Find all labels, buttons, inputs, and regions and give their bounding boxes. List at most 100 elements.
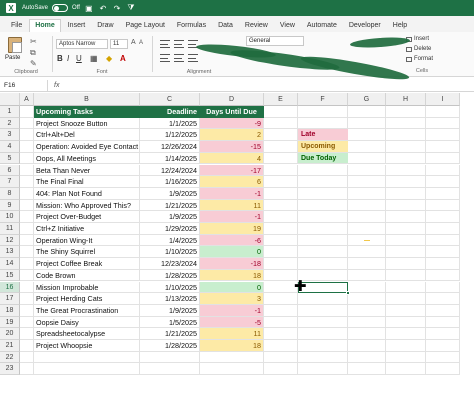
format-cells-button[interactable]: Format — [406, 56, 433, 62]
task-name-cell[interactable]: Spreadsheetocalypse — [34, 328, 140, 340]
grid-cell[interactable] — [386, 106, 426, 118]
deadline-cell[interactable]: 1/9/2025 — [140, 187, 200, 200]
days-until-due-cell[interactable]: 3 — [200, 293, 264, 305]
grid-cell[interactable] — [34, 363, 140, 376]
grid-cell[interactable] — [20, 246, 34, 259]
undo-icon[interactable]: ↶ — [98, 4, 108, 13]
grid-cell[interactable] — [426, 234, 460, 247]
grid-cell[interactable] — [348, 258, 386, 270]
deadline-cell[interactable]: 1/10/2025 — [140, 246, 200, 259]
grid-cell[interactable] — [264, 211, 298, 223]
grid-cell[interactable] — [200, 363, 264, 376]
grid-cell[interactable] — [264, 258, 298, 270]
days-until-due-cell[interactable]: 2 — [200, 129, 264, 142]
grid-cell[interactable] — [386, 258, 426, 270]
row-header[interactable]: 19 — [0, 316, 20, 329]
row-header[interactable]: 23 — [0, 363, 20, 376]
grid-cell[interactable] — [426, 106, 460, 118]
grid-cell[interactable] — [264, 141, 298, 153]
grid-cell[interactable] — [348, 246, 386, 259]
fill-color-icon[interactable]: ◆ — [106, 54, 112, 63]
font-name-box[interactable]: Aptos Narrow — [56, 39, 108, 49]
grid-cell[interactable] — [140, 363, 200, 376]
days-until-due-cell[interactable]: 19 — [200, 223, 264, 235]
task-name-cell[interactable]: Project Whoopsie — [34, 340, 140, 352]
grid-cell[interactable] — [20, 117, 34, 130]
tab-home[interactable]: Home — [29, 19, 61, 32]
task-name-cell[interactable]: The Shiny Squirrel — [34, 246, 140, 259]
grid-cell[interactable] — [34, 351, 140, 364]
grid-cell[interactable] — [426, 351, 460, 364]
task-name-cell[interactable]: Project Snooze Button — [34, 117, 140, 130]
row-header[interactable]: 4 — [0, 141, 20, 153]
row-header[interactable]: 6 — [0, 164, 20, 177]
grid-cell[interactable] — [386, 164, 426, 177]
grid-cell[interactable] — [348, 269, 386, 282]
format-painter-icon[interactable]: ✎ — [30, 59, 37, 68]
grid-cell[interactable] — [20, 293, 34, 305]
column-header-f[interactable]: F — [298, 93, 348, 106]
grid-cell[interactable] — [426, 363, 460, 376]
grid-cell[interactable] — [426, 223, 460, 235]
deadline-cell[interactable]: 1/14/2025 — [140, 152, 200, 165]
row-header[interactable]: 8 — [0, 187, 20, 200]
grid-cell[interactable] — [348, 152, 386, 165]
grid-cell[interactable] — [348, 176, 386, 188]
row-header[interactable]: 7 — [0, 176, 20, 188]
days-until-due-cell[interactable]: -5 — [200, 316, 264, 329]
tab-draw[interactable]: Draw — [92, 20, 118, 32]
tab-view[interactable]: View — [275, 20, 300, 32]
font-size-box[interactable]: 11 — [110, 39, 128, 49]
grid-cell[interactable] — [298, 363, 348, 376]
task-name-cell[interactable]: Ctrl+Z Initiative — [34, 223, 140, 235]
deadline-cell[interactable]: 1/21/2025 — [140, 199, 200, 212]
grid-cell[interactable] — [386, 176, 426, 188]
task-name-cell[interactable]: Code Brown — [34, 269, 140, 282]
grid-cell[interactable] — [386, 293, 426, 305]
grid-cell[interactable] — [20, 340, 34, 352]
days-until-due-cell[interactable]: -9 — [200, 117, 264, 130]
grid-cell[interactable] — [264, 363, 298, 376]
grid-cell[interactable] — [264, 328, 298, 340]
task-name-cell[interactable]: Project Coffee Break — [34, 258, 140, 270]
fill-handle[interactable] — [346, 291, 350, 296]
grid-cell[interactable] — [386, 363, 426, 376]
grid-cell[interactable] — [20, 281, 34, 294]
paste-icon[interactable] — [8, 37, 22, 53]
deadline-cell[interactable]: 1/5/2025 — [140, 316, 200, 329]
tab-developer[interactable]: Developer — [344, 20, 386, 32]
grid-cell[interactable] — [348, 223, 386, 235]
grid-cell[interactable] — [298, 293, 348, 305]
grid-cell[interactable] — [348, 187, 386, 200]
task-name-cell[interactable]: Project Herding Cats — [34, 293, 140, 305]
task-name-cell[interactable]: Mission Improbable — [34, 281, 140, 294]
row-header[interactable]: 16 — [0, 281, 20, 294]
days-until-due-cell[interactable]: 11 — [200, 328, 264, 340]
row-header[interactable]: 3 — [0, 129, 20, 142]
grid-cell[interactable] — [426, 129, 460, 142]
grid-cell[interactable] — [426, 176, 460, 188]
grid-cell[interactable] — [264, 340, 298, 352]
deadline-cell[interactable]: 1/28/2025 — [140, 269, 200, 282]
grid-cell[interactable] — [426, 328, 460, 340]
italic-icon[interactable]: I — [67, 54, 69, 63]
grid-cell[interactable] — [348, 141, 386, 153]
deadline-cell[interactable]: 12/24/2024 — [140, 164, 200, 177]
grid-cell[interactable] — [386, 129, 426, 142]
select-all-corner[interactable] — [0, 93, 20, 106]
row-header[interactable]: 1 — [0, 106, 20, 118]
grid-cell[interactable] — [348, 211, 386, 223]
grid-cell[interactable] — [264, 152, 298, 165]
grid-cell[interactable] — [298, 199, 348, 212]
grid-cell[interactable] — [386, 246, 426, 259]
delete-cells-button[interactable]: Delete — [406, 46, 431, 52]
tab-insert[interactable]: Insert — [63, 20, 91, 32]
grid-cell[interactable] — [200, 351, 264, 364]
grid-cell[interactable] — [348, 328, 386, 340]
tab-file[interactable]: File — [6, 20, 27, 32]
row-header[interactable]: 11 — [0, 223, 20, 235]
grid-cell[interactable] — [264, 129, 298, 142]
days-until-due-cell[interactable]: -1 — [200, 211, 264, 223]
grid-cell[interactable] — [20, 129, 34, 142]
task-name-cell[interactable]: The Great Procrastination — [34, 304, 140, 317]
